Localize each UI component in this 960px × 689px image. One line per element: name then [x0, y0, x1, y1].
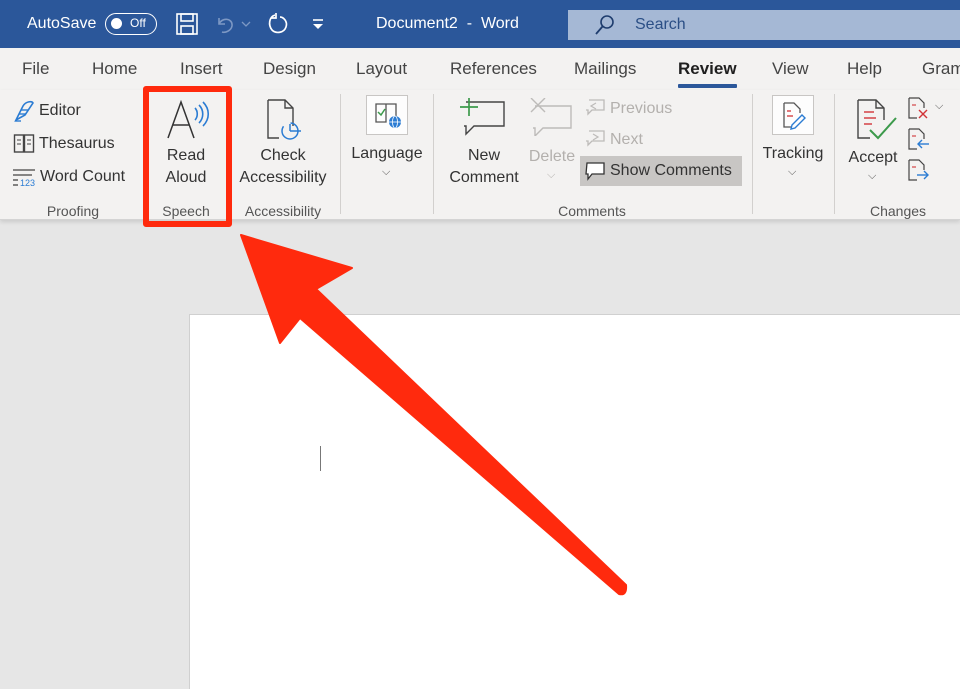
- customize-quick-access-icon[interactable]: [308, 12, 328, 36]
- new-comment-label-line1: New: [467, 147, 500, 164]
- group-divider: [340, 94, 341, 214]
- document-name: Document2: [376, 15, 458, 32]
- title-separator: -: [466, 15, 473, 32]
- document-title: Document2 - Word: [376, 15, 519, 33]
- language-label: Language: [351, 145, 423, 162]
- accept-dropdown-icon: ⌵: [868, 170, 877, 182]
- show-comments-button[interactable]: Show Comments: [580, 156, 742, 186]
- autosave-state: Off: [130, 16, 146, 30]
- changes-group-label: Changes: [869, 203, 927, 219]
- tab-insert[interactable]: Insert: [180, 59, 223, 79]
- previous-comment-label: Previous: [610, 100, 673, 117]
- check-accessibility-label-line1: Check: [260, 147, 306, 164]
- document-page[interactable]: [189, 314, 960, 689]
- app-name: Word: [480, 15, 519, 32]
- tracking-dropdown-icon: ⌵: [788, 166, 797, 178]
- word-count-icon: 123: [13, 169, 35, 188]
- tab-file[interactable]: File: [22, 59, 49, 79]
- undo-icon[interactable]: [213, 12, 237, 36]
- show-comments-icon: [585, 162, 605, 181]
- check-accessibility-label-line2: Accessibility: [239, 169, 327, 186]
- tab-home[interactable]: Home: [92, 59, 137, 79]
- text-cursor: [320, 446, 321, 471]
- tab-help[interactable]: Help: [847, 59, 882, 79]
- search-icon: [595, 15, 614, 35]
- editor-label: Editor: [39, 102, 81, 119]
- group-divider: [752, 94, 753, 214]
- search-box[interactable]: Search: [568, 10, 960, 40]
- tab-design[interactable]: Design: [263, 59, 316, 79]
- next-comment-icon: [586, 130, 605, 147]
- title-bar: AutoSave Off Document2 - Word Search: [0, 0, 960, 48]
- show-comments-label: Show Comments: [610, 162, 732, 179]
- new-comment-label-line2: Comment: [449, 169, 519, 186]
- save-icon[interactable]: [175, 12, 199, 36]
- tab-review[interactable]: Review: [678, 59, 737, 88]
- ribbon-tabs: File Home Insert Design Layout Reference…: [0, 48, 960, 90]
- autosave-toggle[interactable]: Off: [105, 13, 157, 35]
- new-comment-icon: [460, 98, 505, 136]
- previous-comment-icon: [586, 99, 605, 116]
- proofing-group-label: Proofing: [46, 203, 100, 219]
- toggle-knob: [111, 18, 122, 29]
- redo-icon[interactable]: [266, 12, 290, 36]
- reject-dropdown-icon: ⌵: [935, 100, 944, 112]
- reject-icon: [908, 97, 928, 119]
- tracking-icon: [772, 95, 814, 135]
- language-icon: [366, 95, 408, 135]
- next-change-icon[interactable]: [907, 158, 931, 182]
- tab-mailings[interactable]: Mailings: [574, 59, 636, 79]
- thesaurus-book-icon: [13, 134, 35, 153]
- accept-icon: [857, 99, 897, 140]
- comments-group-label: Comments: [558, 203, 626, 219]
- tab-references[interactable]: References: [450, 59, 537, 79]
- accept-label: Accept: [848, 149, 898, 166]
- undo-dropdown-icon[interactable]: [240, 12, 252, 36]
- tab-view[interactable]: View: [772, 59, 809, 79]
- group-divider: [834, 94, 835, 214]
- accessibility-group-label: Accessibility: [244, 203, 322, 219]
- next-comment-label: Next: [610, 131, 643, 148]
- language-dropdown-icon: ⌵: [382, 166, 391, 178]
- search-placeholder: Search: [635, 16, 686, 33]
- tracking-label: Tracking: [762, 145, 824, 162]
- editor-pen-icon: [14, 100, 34, 122]
- check-accessibility-icon: [267, 99, 301, 140]
- delete-comment-label: Delete: [528, 148, 576, 165]
- highlight-box: [143, 86, 232, 227]
- svg-text:123: 123: [20, 178, 35, 188]
- group-divider: [433, 94, 434, 214]
- delete-comment-icon: [530, 98, 572, 136]
- thesaurus-label: Thesaurus: [39, 135, 115, 152]
- tab-layout[interactable]: Layout: [356, 59, 407, 79]
- tab-grammarly[interactable]: Gram: [922, 59, 960, 79]
- word-count-label: Word Count: [40, 168, 126, 185]
- previous-change-icon[interactable]: [907, 127, 931, 151]
- autosave-label: AutoSave: [27, 15, 97, 32]
- delete-dropdown-icon: ⌵: [547, 169, 556, 181]
